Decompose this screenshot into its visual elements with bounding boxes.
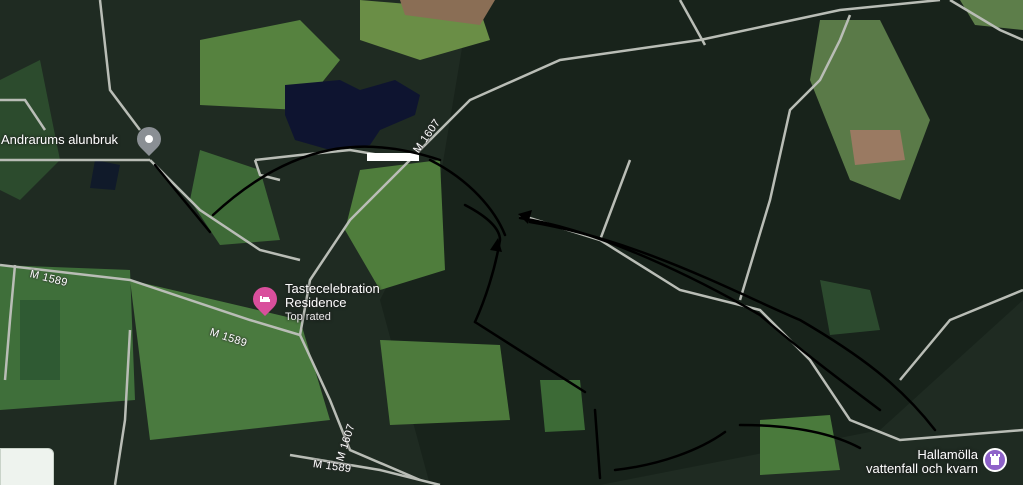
bed-glyph-icon bbox=[260, 296, 270, 302]
white-marker-bar bbox=[367, 153, 419, 161]
field bbox=[20, 300, 60, 380]
field bbox=[760, 415, 840, 475]
field bbox=[850, 130, 905, 165]
place-name-line1: Tastecelebration bbox=[285, 281, 380, 296]
tower-glyph-icon bbox=[990, 454, 1000, 465]
satellite-imagery bbox=[0, 0, 1023, 485]
place-label-hallamolla[interactable]: Hallamölla vattenfall och kvarn bbox=[866, 448, 978, 476]
place-name-line2: vattenfall och kvarn bbox=[866, 461, 979, 476]
field bbox=[380, 340, 510, 425]
place-name-line1: Hallamölla bbox=[917, 447, 979, 462]
place-label-tastecelebration[interactable]: Tastecelebration Residence Top rated bbox=[285, 282, 380, 324]
landmark-tower-icon[interactable] bbox=[983, 448, 1007, 472]
layer-thumbnail[interactable] bbox=[0, 448, 54, 485]
place-subtitle: Top rated bbox=[285, 311, 331, 323]
place-name-line2: Residence bbox=[285, 295, 347, 310]
pond bbox=[90, 160, 120, 190]
place-label-andrarums-alunbruk[interactable]: Andrarums alunbruk bbox=[1, 133, 118, 147]
place-name: Andrarums alunbruk bbox=[1, 132, 119, 147]
map-canvas[interactable]: M 1607 M 1589 M 1589 M 1607 M 1589 Andra… bbox=[0, 0, 1023, 485]
